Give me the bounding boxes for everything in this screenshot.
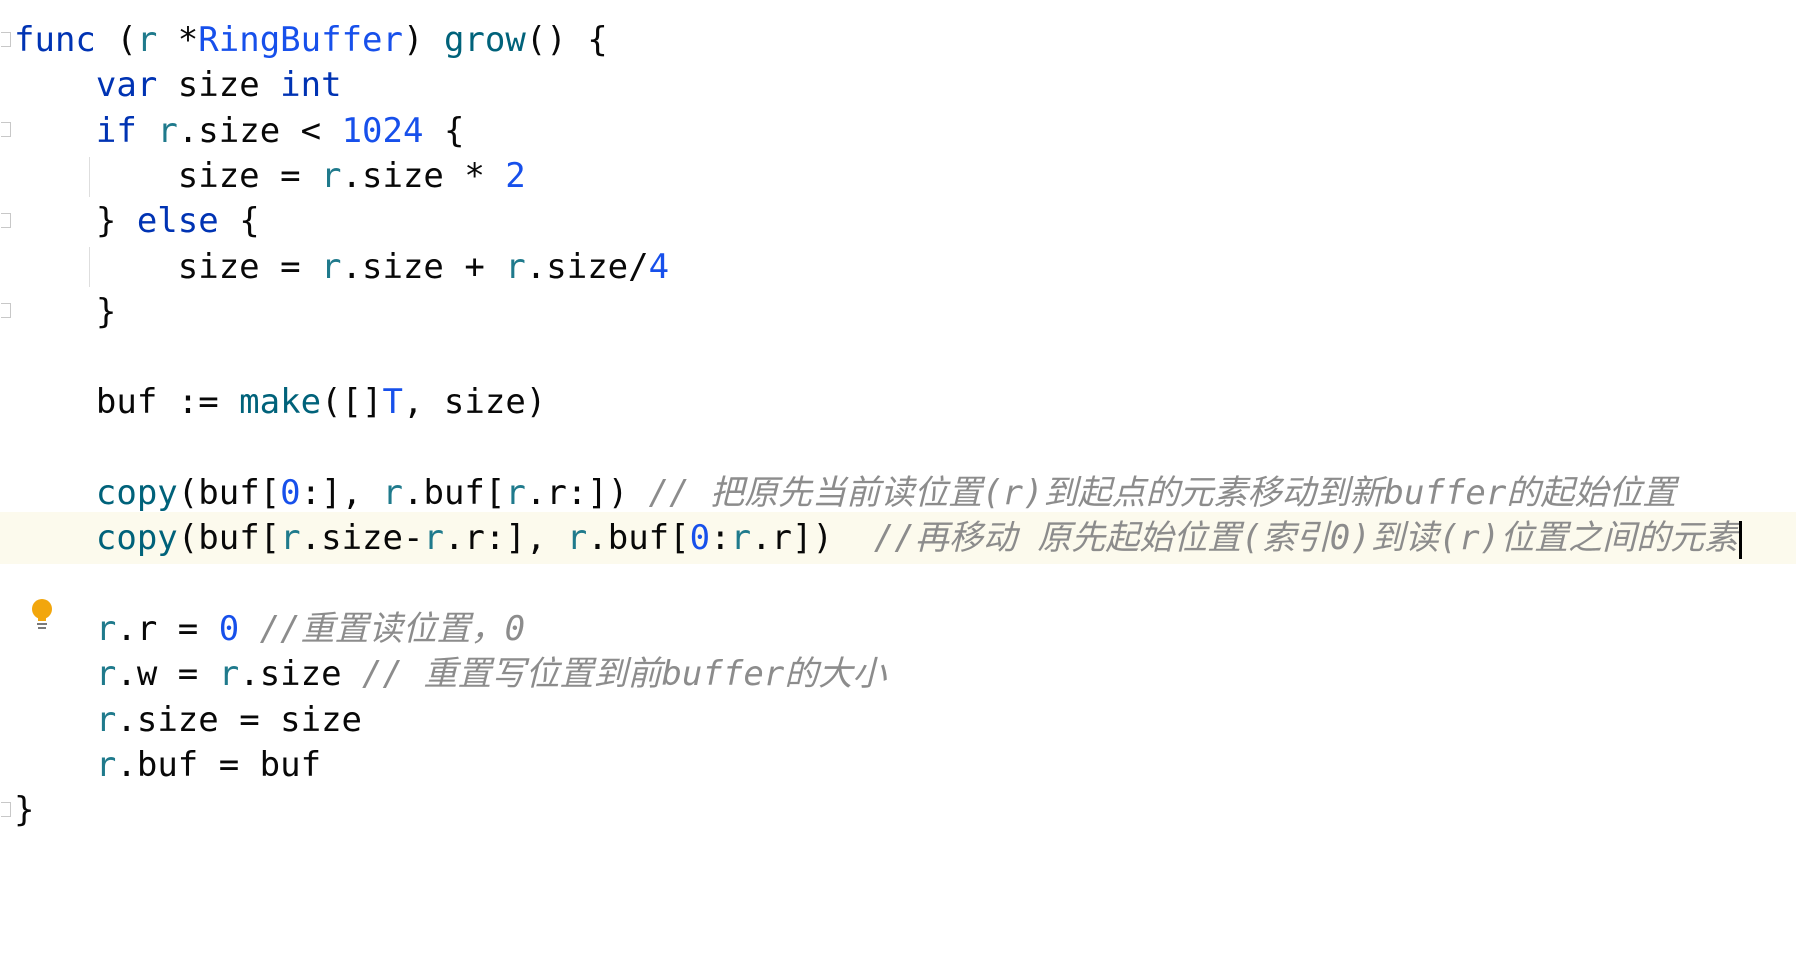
code-receiver: r: [157, 111, 178, 151]
code-token: .size +: [341, 247, 506, 287]
code-token: size =: [14, 156, 322, 196]
code-comment: // 重置写位置到前buffer的大小: [362, 654, 887, 694]
code-token: .w =: [116, 654, 219, 694]
code-token: (: [95, 20, 137, 60]
code-receiver: r: [218, 654, 240, 694]
code-number: 0: [218, 609, 240, 649]
code-token: .size-: [300, 518, 424, 558]
code-line[interactable]: } else {: [0, 195, 1796, 247]
code-line[interactable]: }: [0, 784, 1796, 836]
code-token: ([]: [321, 382, 383, 422]
code-receiver: r: [95, 745, 117, 785]
code-token: }: [14, 201, 137, 241]
code-text: r.w = r.size // 重置写位置到前buffer的大小: [14, 648, 886, 700]
code-token: size: [157, 65, 281, 105]
code-text: copy(buf[r.size-r.r:], r.buf[0:r.r]) //再…: [14, 512, 1743, 564]
code-token: , size): [402, 382, 547, 422]
code-comment: // 把原先当前读位置(r)到起点的元素移动到新buffer的起始位置: [648, 473, 1677, 513]
code-token: .buf[: [587, 518, 690, 558]
code-token: .size <: [177, 111, 342, 151]
code-line[interactable]: buf := make([]T, size): [0, 376, 1796, 428]
code-token: ): [402, 20, 444, 60]
code-token: *: [157, 20, 199, 60]
code-token: :: [710, 518, 731, 558]
code-token: .size *: [341, 156, 506, 196]
code-editor[interactable]: func (r *RingBuffer) grow() { var size i…: [0, 0, 1796, 960]
code-type: T: [382, 382, 403, 422]
code-token: .buf[: [403, 473, 506, 513]
code-number: 2: [505, 156, 526, 196]
code-comment: //重置读位置，0: [259, 609, 526, 649]
code-token: size =: [14, 247, 322, 287]
code-receiver: r: [321, 156, 342, 196]
code-line[interactable]: r.w = r.size // 重置写位置到前buffer的大小: [0, 648, 1796, 700]
code-receiver: r: [423, 518, 444, 558]
code-receiver: r: [321, 247, 342, 287]
code-token: .size = size: [116, 700, 363, 740]
code-token: }: [14, 790, 35, 830]
code-token: .size/: [525, 247, 649, 287]
code-token: buf :=: [14, 382, 240, 422]
code-text: }: [14, 784, 34, 836]
code-text: var size int: [14, 59, 342, 111]
code-token: .r =: [116, 609, 219, 649]
code-token: :],: [300, 473, 383, 513]
code-receiver: r: [505, 473, 526, 513]
code-token: (buf[: [177, 473, 281, 513]
code-receiver: r: [95, 700, 117, 740]
code-token: .r:]): [525, 473, 649, 513]
code-keyword: var: [95, 65, 158, 105]
code-comment: //再移动 原先起始位置(索引0)到读(r)位置之间的元素: [873, 518, 1739, 558]
code-function: copy: [95, 518, 178, 558]
code-receiver: r: [566, 518, 588, 558]
code-receiver: r: [95, 654, 117, 694]
code-number: 0: [280, 473, 301, 513]
code-token: () {: [525, 20, 608, 60]
code-token: .r]): [751, 518, 874, 558]
code-type: RingBuffer: [198, 20, 403, 60]
code-receiver: r: [95, 609, 117, 649]
code-token: .size: [239, 654, 363, 694]
code-function: grow: [443, 20, 526, 60]
code-function: make: [239, 382, 322, 422]
code-number: 0: [689, 518, 711, 558]
code-token: .buf = buf: [116, 745, 322, 785]
code-line[interactable]: copy(buf[r.size-r.r:], r.buf[0:r.r]) //再…: [0, 512, 1796, 564]
code-text: buf := make([]T, size): [14, 376, 546, 428]
code-text: } else {: [14, 195, 260, 247]
code-keyword: func: [14, 20, 96, 60]
code-receiver: r: [382, 473, 403, 513]
code-token: .r:],: [443, 518, 567, 558]
code-token: }: [14, 292, 117, 332]
code-line[interactable]: var size int: [0, 59, 1796, 111]
code-number: 4: [648, 247, 670, 287]
code-keyword: if: [95, 111, 137, 151]
code-token: {: [423, 111, 465, 151]
code-receiver: r: [280, 518, 301, 558]
code-keyword: int: [280, 65, 342, 105]
code-function: copy: [95, 473, 178, 513]
code-number: 1024: [341, 111, 424, 151]
code-token: {: [218, 201, 260, 241]
code-receiver: r: [136, 20, 158, 60]
code-receiver: r: [730, 518, 752, 558]
text-caret: [1739, 520, 1743, 559]
code-token: (buf[: [177, 518, 281, 558]
code-receiver: r: [505, 247, 526, 287]
code-keyword: else: [136, 201, 219, 241]
